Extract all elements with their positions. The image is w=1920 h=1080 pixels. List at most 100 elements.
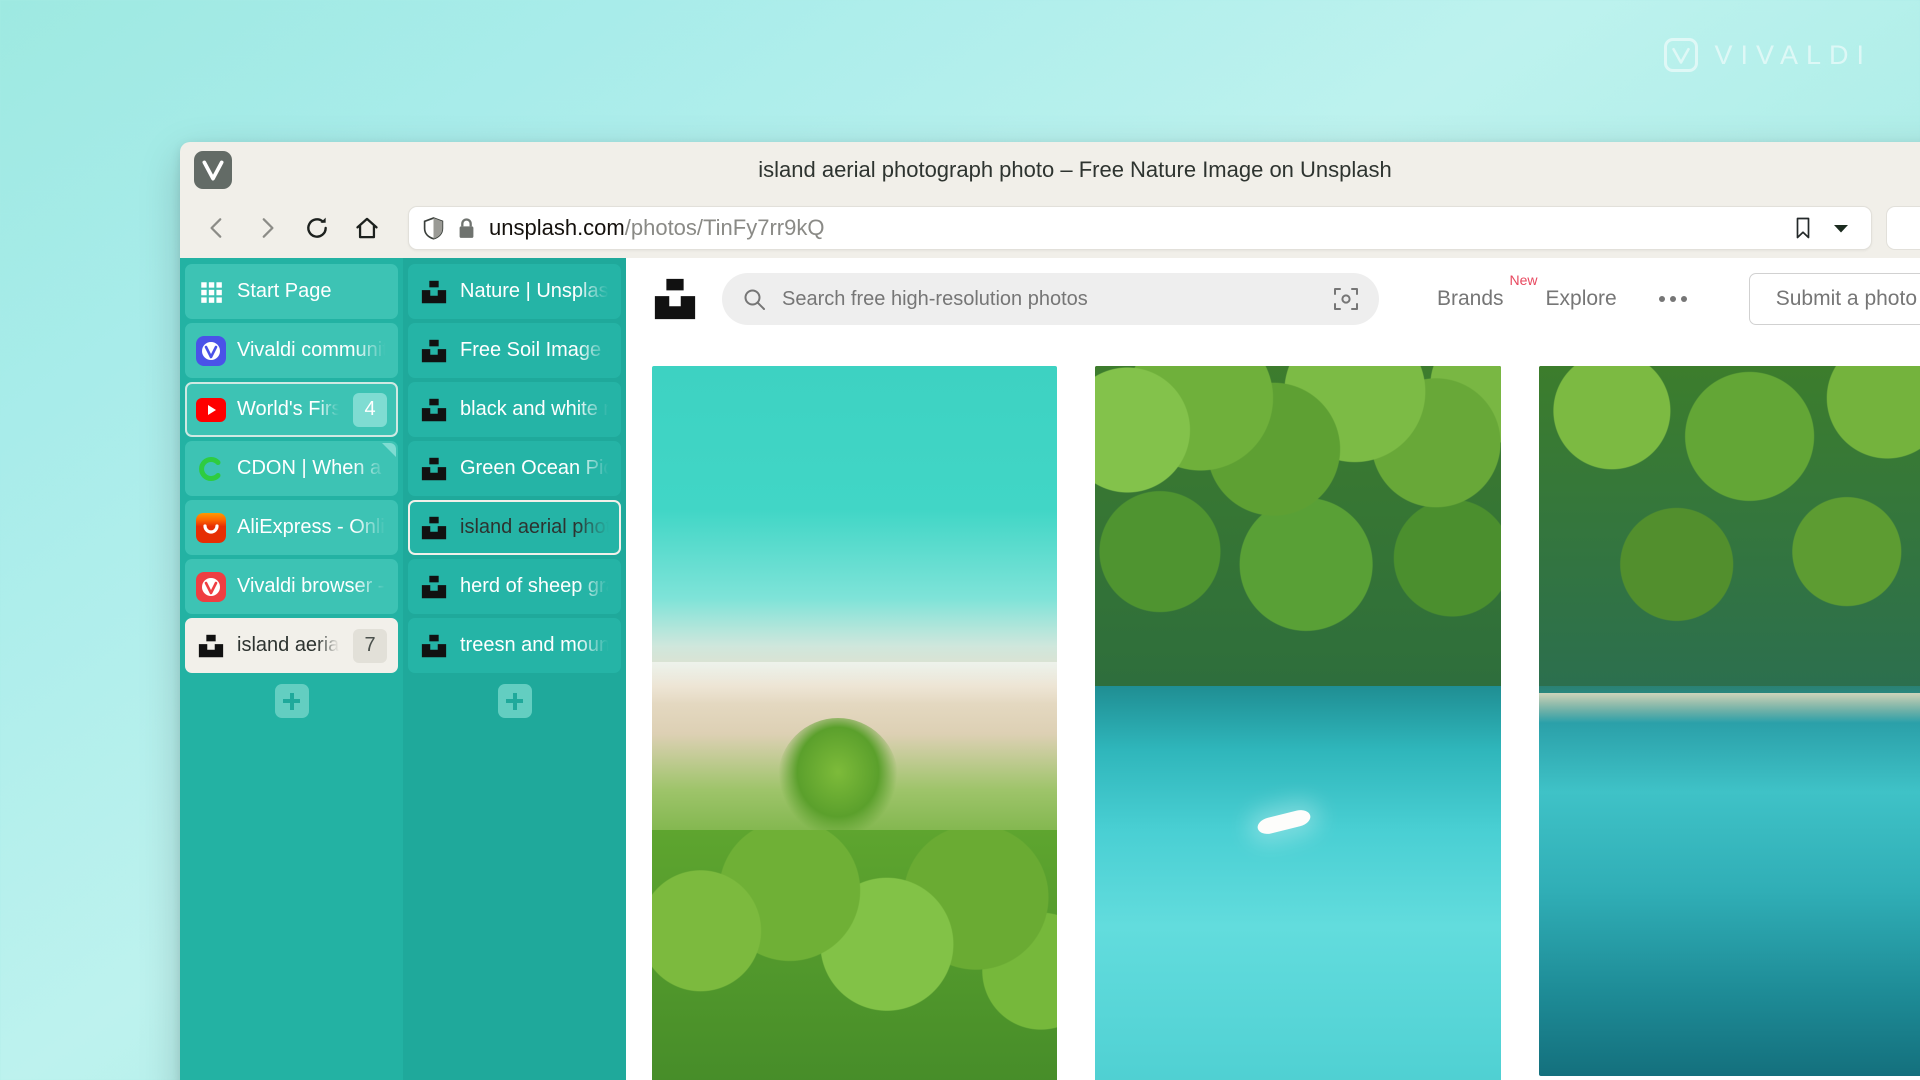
- grid-icon: [196, 277, 226, 307]
- photo-detail-jungle: [1538, 366, 1920, 686]
- photo-card[interactable]: [1538, 366, 1920, 1076]
- nav-link-brands-label: Brands: [1436, 287, 1504, 310]
- chevron-down-icon[interactable]: [1825, 212, 1857, 244]
- tab-item[interactable]: Vivaldi community: [185, 323, 398, 378]
- web-page-unsplash: Brands New Explore Submit a photo: [626, 258, 1920, 1080]
- unsplash-icon: [419, 631, 449, 661]
- tab-title: island aerial photo: [460, 516, 610, 538]
- shield-icon[interactable]: [423, 216, 444, 240]
- aliexpress-icon: [196, 512, 226, 543]
- vivaldi-watermark-text: VIVALDI: [1714, 39, 1872, 70]
- tab-title: black and white m: [460, 398, 610, 420]
- navigation-toolbar: unsplash.com/photos/TinFy7rr9kQ: [180, 198, 1920, 258]
- tab-title: Vivaldi browser -: [237, 575, 385, 597]
- tab-item[interactable]: Free Soil Image on: [408, 323, 621, 378]
- photo-detail-jungle: [1095, 366, 1501, 686]
- tab-title: AliExpress - Onli: [237, 516, 385, 538]
- bookmark-icon[interactable]: [1787, 212, 1819, 244]
- vivaldi-menu-icon[interactable]: [194, 151, 232, 189]
- forward-arrow-icon[interactable]: [244, 205, 290, 251]
- unsplash-icon: [419, 513, 449, 543]
- tab-title: Free Soil Image on: [460, 339, 610, 361]
- vivaldi-red-icon: [196, 571, 226, 602]
- vivaldi-watermark: VIVALDI: [1664, 38, 1872, 72]
- photo-column: [1538, 366, 1920, 1080]
- browser-window: island aerial photograph photo – Free Na…: [180, 142, 1920, 1080]
- lock-icon[interactable]: [456, 217, 477, 240]
- tab-title: Green Ocean Pictu: [460, 457, 610, 479]
- tab-item[interactable]: herd of sheep graz: [408, 559, 621, 614]
- tab-item[interactable]: island aerial 7: [185, 618, 398, 673]
- ellipsis-dot: [1669, 296, 1676, 302]
- unsplash-icon: [419, 336, 449, 366]
- tab-item[interactable]: Vivaldi browser -: [185, 559, 398, 614]
- vivaldi-blue-icon: [196, 335, 226, 366]
- toolbar-overflow-field[interactable]: [1886, 206, 1920, 250]
- photo-grid: [626, 340, 1920, 1080]
- search-icon: [742, 287, 766, 311]
- tab-title: herd of sheep graz: [460, 575, 610, 597]
- tab-title: Start Page: [237, 280, 332, 302]
- tab-badge: 4: [353, 392, 387, 427]
- visual-search-icon[interactable]: [1333, 286, 1359, 312]
- tab-title: island aerial: [237, 634, 340, 656]
- plus-icon: [512, 692, 517, 710]
- ellipsis-dot: [1658, 296, 1665, 302]
- photo-detail-boat: [1256, 807, 1313, 837]
- tab-item[interactable]: Start Page: [185, 264, 398, 319]
- nav-link-brands[interactable]: Brands New: [1436, 272, 1538, 311]
- reload-icon[interactable]: [294, 205, 340, 251]
- tab-title: CDON | When a: [237, 457, 382, 479]
- tab-title: Vivaldi community: [237, 339, 387, 361]
- tab-bar-primary: Start Page Vivaldi community World's First…: [180, 258, 403, 1080]
- cdon-icon: [196, 454, 226, 484]
- photo-card[interactable]: [1095, 366, 1501, 1080]
- tab-badge: 7: [353, 628, 387, 663]
- tab-item[interactable]: Nature | Unsplash: [408, 264, 621, 319]
- photo-detail-sand: [1538, 692, 1920, 723]
- search-input[interactable]: [782, 287, 1317, 311]
- tab-item[interactable]: AliExpress - Onli: [185, 500, 398, 555]
- tab-item[interactable]: treesn and mounta: [408, 618, 621, 673]
- unsplash-icon: [419, 454, 449, 484]
- title-bar: island aerial photograph photo – Free Na…: [180, 142, 1920, 198]
- photo-detail-canopy: [652, 830, 1058, 1080]
- add-tab-button[interactable]: [274, 684, 309, 718]
- browser-body: Start Page Vivaldi community World's First…: [180, 258, 1920, 1080]
- tab-item[interactable]: World's First 4: [185, 382, 398, 437]
- search-bar[interactable]: [722, 273, 1379, 325]
- unsplash-icon: [419, 395, 449, 425]
- tab-item[interactable]: island aerial photo: [408, 500, 621, 555]
- header-nav-links: Brands New Explore: [1436, 272, 1687, 311]
- tab-bar-secondary: Nature | Unsplash Free Soil Image on black…: [403, 258, 626, 1080]
- unsplash-icon: [419, 572, 449, 602]
- vivaldi-logo-icon: [1664, 38, 1699, 72]
- unsplash-logo-icon[interactable]: [652, 276, 698, 322]
- tab-title: World's First: [237, 398, 340, 420]
- photo-card[interactable]: [652, 366, 1058, 1080]
- tab-item[interactable]: black and white m: [408, 382, 621, 437]
- tab-item[interactable]: CDON | When a: [185, 441, 398, 496]
- tab-title: treesn and mounta: [460, 634, 610, 656]
- new-badge: New: [1509, 272, 1538, 288]
- tab-title: Nature | Unsplash: [460, 280, 610, 302]
- back-arrow-icon[interactable]: [194, 205, 240, 251]
- plus-icon: [289, 692, 294, 710]
- submit-photo-button[interactable]: Submit a photo: [1748, 273, 1920, 325]
- home-icon[interactable]: [344, 205, 390, 251]
- ellipsis-icon[interactable]: [1658, 296, 1687, 302]
- address-bar[interactable]: unsplash.com/photos/TinFy7rr9kQ: [408, 206, 1872, 250]
- url-path: /photos/TinFy7rr9kQ: [624, 215, 825, 240]
- youtube-icon: [196, 395, 226, 425]
- url-host: unsplash.com: [489, 215, 625, 240]
- address-bar-actions: [1775, 212, 1857, 244]
- window-title: island aerial photograph photo – Free Na…: [758, 157, 1392, 182]
- tab-stack-indicator-icon: [382, 443, 396, 457]
- photo-column: [652, 366, 1058, 1080]
- tab-item[interactable]: Green Ocean Pictu: [408, 441, 621, 496]
- add-tab-button[interactable]: [497, 684, 532, 718]
- photo-detail-shore: [652, 662, 1058, 704]
- nav-link-explore[interactable]: Explore: [1546, 287, 1617, 311]
- unsplash-header: Brands New Explore Submit a photo: [626, 258, 1920, 340]
- photo-column: [1095, 366, 1501, 1080]
